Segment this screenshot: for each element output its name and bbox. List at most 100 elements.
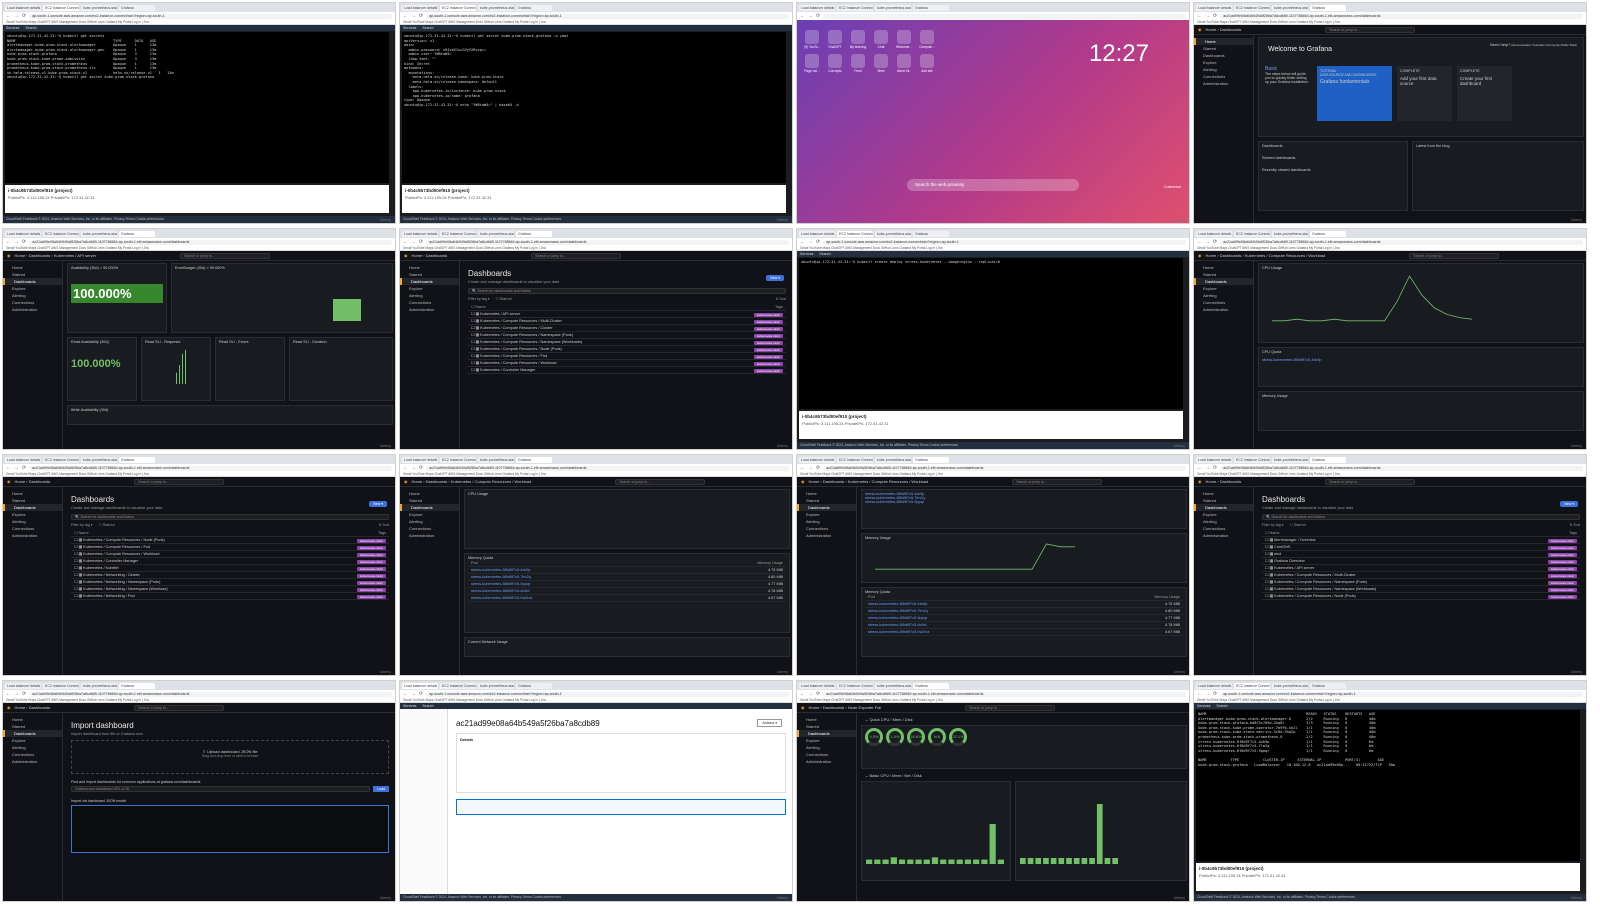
browser-tab[interactable]: EC2 Instance Connect [837,4,873,11]
back-icon[interactable]: ← [1197,13,1202,19]
new-button[interactable]: New ▾ [1560,501,1578,507]
back-icon[interactable]: ← [403,691,408,697]
tag-badge[interactable]: kubernetes-mixin [1548,594,1577,599]
tag-badge[interactable]: kubernetes-mixin [1548,580,1577,585]
sidebar-item[interactable]: Dashboards [3,730,62,737]
sidebar-item[interactable]: Dashboards [1194,278,1253,285]
sidebar-item[interactable]: Home [1194,490,1253,497]
sidebar-item[interactable]: Administration [3,532,62,539]
reload-icon[interactable]: ⟳ [1213,465,1217,471]
browser-tab[interactable]: Grafana [913,456,949,463]
upload-dropzone[interactable]: ⇪ Upload dashboard JSON file Drag and dro… [71,740,389,774]
tag-badge[interactable]: kubernetes-mixin [1548,587,1577,592]
browser-tab[interactable]: Grafana [913,4,949,11]
search-input[interactable]: Search or jump to... [531,252,622,259]
sidebar-item[interactable]: Explore [3,285,62,292]
sidebar-item[interactable]: Connections [3,525,62,532]
forward-icon[interactable]: → [808,465,813,471]
datasource-card[interactable]: COMPLETE Add your first data source [1397,66,1452,121]
dashboard-row[interactable]: ☐ ▦ Kubernetes / Compute Resources / Clu… [468,325,786,332]
aws-services[interactable]: Services [1197,703,1210,709]
search-dashboards-input[interactable]: 🔍 Search for dashboards and folders [71,514,389,520]
dashboard-card[interactable]: COMPLETE Create your first dashboard [1457,66,1512,121]
url-input[interactable] [823,13,1186,19]
browser-tab[interactable]: kube-prometheus-stack 68.1.0 [875,682,911,689]
browser-tab[interactable]: EC2 Instance Connect [1234,456,1270,463]
browser-tab[interactable]: Load balancer details | EC2 [5,456,41,463]
back-icon[interactable]: ← [6,13,11,19]
pod-link[interactable]: stress-kubernetes-6f8d9f7c5-4xk9p [868,601,928,607]
sidebar-item[interactable]: Home [797,716,856,723]
sidebar-item[interactable]: Alerting [1194,66,1253,73]
pod-link[interactable]: stress-kubernetes-6f8d9f7c5-ck4td [868,622,926,628]
reload-icon[interactable]: ⟳ [816,13,820,19]
shortcut[interactable]: (9) YouTu.. [803,30,821,49]
sidebar-item[interactable]: Home [1194,38,1253,45]
forward-icon[interactable]: → [1205,239,1210,245]
tag-badge[interactable]: kubernetes-mixin [1548,566,1577,571]
browser-tab[interactable]: EC2 Instance Connect [440,682,476,689]
sort-select[interactable]: ⇅ Sort [1569,523,1580,527]
sidebar-item[interactable]: Starred [797,723,856,730]
browser-tab[interactable]: EC2 Instance Connect [837,456,873,463]
browser-tab[interactable]: Load balancer details | EC2 [402,230,438,237]
new-button[interactable]: New ▾ [369,501,387,507]
sidebar-item[interactable]: Connections [797,751,856,758]
search-input[interactable]: Search or jump to... [1012,478,1103,485]
browser-tab[interactable]: kube-prometheus-stack 68.1.0 [478,456,514,463]
sidebar-item[interactable]: Dashboards [797,730,856,737]
browser-tab[interactable]: Grafana [516,456,552,463]
tag-badge[interactable]: kubernetes-mixin [754,368,783,373]
browser-tab[interactable]: EC2 Instance Connect [43,4,79,11]
grafana-logo-icon[interactable]: ◉ [1198,253,1202,258]
back-icon[interactable]: ← [800,691,805,697]
dashboard-row[interactable]: ☐ ▦ Kubernetes / Compute Resources / Mul… [1262,572,1580,579]
grafana-logo-icon[interactable]: ◉ [801,479,805,484]
terminal[interactable]: ubuntu@ip-172-31-42-31:~$ kubectl create… [799,258,1183,409]
sidebar-item[interactable]: Starred [400,271,459,278]
dashboard-row[interactable]: ☐ ▦ Kubernetes / Compute Resources / Mul… [468,318,786,325]
browser-tab[interactable]: Grafana [1310,230,1346,237]
shortcut[interactable]: Chat [872,30,890,49]
grafana-logo-icon[interactable]: ◉ [404,253,408,258]
url-input[interactable]: ap-south-1.console.aws.amazon.com/ec2-in… [823,239,1186,245]
sidebar-item[interactable]: Alerting [3,292,62,299]
sidebar-item[interactable]: Explore [1194,511,1253,518]
browser-tab[interactable]: Grafana [1310,456,1346,463]
sidebar-item[interactable]: Dashboards [400,504,459,511]
tag-badge[interactable]: kubernetes-mixin [754,312,783,317]
sidebar-item[interactable]: Dashboards [400,278,459,285]
forward-icon[interactable]: → [808,691,813,697]
forward-icon[interactable]: → [411,239,416,245]
tag-badge[interactable]: kubernetes-mixin [1548,559,1577,564]
tag-badge[interactable]: kubernetes-mixin [357,559,386,564]
url-input[interactable]: ac21ad99e08a64b549a5f26ba7a8cdb89-110778… [1220,239,1583,245]
sidebar-item[interactable]: Dashboards [3,278,62,285]
forward-icon[interactable]: → [808,239,813,245]
dashboard-row[interactable]: ☐ ▦ Kubernetes / Networking / Cluster kub… [71,572,389,579]
browser-tab[interactable]: Grafana [1310,682,1346,689]
browser-tab[interactable]: EC2 Instance Connect [440,4,476,11]
browser-tab[interactable]: Load balancer details | EC2 [799,4,835,11]
search-input[interactable]: Search or jump to... [1325,26,1416,33]
tag-badge[interactable]: kubernetes-mixin [1548,552,1577,557]
sidebar-item[interactable]: Home [797,490,856,497]
search-input[interactable]: Search or jump to... [1409,252,1500,259]
reload-icon[interactable]: ⟳ [419,691,423,697]
shortcut[interactable]: Page not .. [803,54,821,73]
sort-select[interactable]: ⇅ Sort [775,297,786,301]
back-icon[interactable]: ← [800,13,805,19]
tag-badge[interactable]: kubernetes-mixin [357,580,386,585]
dashboard-row[interactable]: ☐ ▦ Kubernetes / Compute Resources / Pod… [468,353,786,360]
tag-badge[interactable]: kubernetes-mixin [1548,538,1577,543]
back-icon[interactable]: ← [6,239,11,245]
search-dashboards-input[interactable]: 🔍 Search for dashboards and folders [1262,514,1580,520]
url-input[interactable]: ac21ad99e08a64b549a5f26ba7a8cdb89-110778… [29,465,392,471]
url-input[interactable]: ap-south-1.console.aws.amazon.com/ec2-in… [426,13,789,19]
grafana-logo-icon[interactable]: ◉ [7,705,11,710]
back-icon[interactable]: ← [403,239,408,245]
sidebar-item[interactable]: Explore [1194,285,1253,292]
reload-icon[interactable]: ⟳ [22,13,26,19]
shortcut[interactable]: My learning [849,30,867,49]
load-button[interactable]: Load [373,786,389,792]
